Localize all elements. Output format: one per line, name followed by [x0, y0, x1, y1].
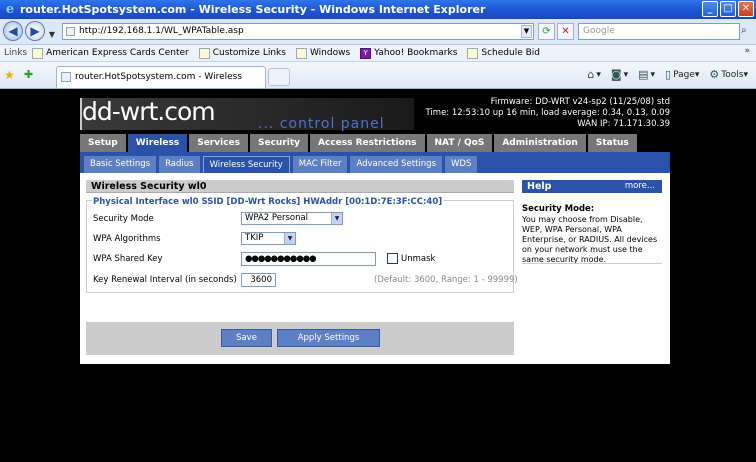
wpa-algorithms-select[interactable]: TKIP ▼ — [241, 232, 296, 245]
stop-button[interactable]: ✕ — [557, 23, 574, 40]
interface-legend: Physical Interface wl0 SSID [DD-Wrt Rock… — [92, 197, 444, 207]
minimize-button[interactable]: _ — [702, 1, 718, 17]
tab-administration[interactable]: Administration — [494, 134, 586, 152]
ie-logo-icon: e — [5, 1, 15, 17]
tab-nat-qos[interactable]: NAT / QoS — [426, 134, 493, 152]
subtab-basic-settings[interactable]: Basic Settings — [84, 156, 157, 173]
control-panel-subtitle: ... control panel — [258, 116, 385, 132]
apply-settings-button[interactable]: Apply Settings — [277, 329, 380, 347]
tab-services[interactable]: Services — [189, 134, 248, 152]
browser-tab[interactable]: router.HotSpotsystem.com - Wireless Secu… — [56, 66, 266, 102]
chevron-down-icon: ▼ — [284, 233, 295, 244]
help-divider — [522, 263, 662, 264]
page-icon — [467, 47, 479, 59]
title-bar: e router.HotSpotsystem.com - Wireless Se… — [0, 0, 756, 19]
window-controls: _ □ ✕ — [702, 1, 754, 17]
page-icon — [61, 72, 71, 82]
tab-wireless[interactable]: Wireless — [127, 134, 188, 152]
chevron-down-icon: ▼ — [331, 213, 342, 224]
url-input[interactable]: http://192.168.1.1/WL_WPATable.asp ▼ — [62, 23, 534, 40]
uptime-text: Time: 12:53:10 up 16 min, load average: … — [425, 108, 671, 118]
page-icon: ▯ — [665, 68, 672, 81]
print-icon: ▤ — [638, 68, 649, 81]
tools-menu[interactable]: ⚙ Tools ▾ — [709, 68, 748, 81]
link-american-express[interactable]: American Express Cards Center — [32, 47, 189, 59]
history-dropdown-icon[interactable]: ▼ — [47, 26, 57, 46]
links-label: Links — [4, 48, 28, 58]
renewal-label: Key Renewal Interval (in seconds) — [93, 275, 237, 285]
url-dropdown-icon[interactable]: ▼ — [521, 25, 532, 38]
page-icon — [295, 47, 307, 59]
url-text: http://192.168.1.1/WL_WPATable.asp — [79, 26, 244, 36]
save-button[interactable]: Save — [221, 329, 272, 347]
interface-fieldset: Physical Interface wl0 SSID [DD-Wrt Rock… — [86, 197, 518, 293]
unmask-checkbox[interactable] — [387, 253, 398, 264]
yahoo-icon: Y — [360, 47, 372, 59]
help-subtitle: Security Mode: — [522, 204, 595, 214]
close-button[interactable]: ✕ — [738, 1, 754, 17]
settings-panel: Wireless Security wl0 Physical Interface… — [80, 173, 670, 364]
page-icon — [32, 47, 44, 59]
sub-tabs: Basic Settings Radius Wireless Security … — [80, 152, 670, 173]
page-icon — [198, 47, 210, 59]
browser-window: e router.HotSpotsystem.com - Wireless Se… — [0, 0, 756, 462]
link-customize-links[interactable]: Customize Links — [198, 47, 286, 59]
tab-access-restrictions[interactable]: Access Restrictions — [310, 134, 425, 152]
security-mode-label: Security Mode — [93, 214, 154, 224]
subtab-radius[interactable]: Radius — [159, 156, 200, 173]
tab-setup[interactable]: Setup — [80, 134, 126, 152]
link-schedule-bid[interactable]: Schedule Bid — [467, 47, 540, 59]
refresh-button[interactable]: ⟳ — [538, 23, 555, 40]
new-tab-button[interactable] — [268, 68, 290, 86]
ddwrt-logo: dd-wrt.com — [82, 97, 216, 126]
page-menu[interactable]: ▯ Page ▾ — [665, 68, 699, 81]
tab-status[interactable]: Status — [587, 134, 637, 152]
home-icon: ⌂ — [587, 68, 595, 81]
window-title: router.HotSpotsystem.com - Wireless Secu… — [20, 3, 486, 16]
page-viewport: dd-wrt.com ... control panel Firmware: D… — [0, 89, 756, 462]
search-input[interactable]: Google — [578, 23, 740, 40]
command-bar: ⌂ ▾ ◙ ▾ ▤ ▾ ▯ Page ▾ ⚙ Tools ▾ — [587, 68, 748, 81]
forward-button[interactable]: ▶ — [25, 21, 45, 41]
address-bar: ◀ ▶ ▼ http://192.168.1.1/WL_WPATable.asp… — [0, 19, 756, 45]
rss-icon: ◙ — [610, 68, 622, 81]
gear-icon: ⚙ — [709, 68, 720, 81]
security-mode-select[interactable]: WPA2 Personal ▼ — [241, 212, 343, 225]
shared-key-input[interactable]: ●●●●●●●●●●● — [241, 252, 376, 266]
maximize-button[interactable]: □ — [720, 1, 736, 17]
page-icon — [66, 27, 75, 36]
button-bar: Save Apply Settings — [86, 322, 514, 355]
wpa-algorithms-label: WPA Algorithms — [93, 234, 161, 244]
back-button[interactable]: ◀ — [3, 21, 23, 41]
subtab-wireless-security[interactable]: Wireless Security — [202, 156, 290, 173]
firmware-text: Firmware: DD-WRT v24-sp2 (11/25/08) std — [490, 97, 670, 107]
add-favorites-icon[interactable]: ✚ — [24, 68, 33, 81]
print-button[interactable]: ▤ ▾ — [638, 68, 655, 81]
feeds-button[interactable]: ◙ ▾ — [611, 68, 628, 81]
links-bar: Links American Express Cards Center Cust… — [0, 45, 756, 62]
wan-ip-text: WAN IP: 71.171.30.39 — [577, 119, 670, 129]
search-icon[interactable]: ⌕ — [741, 23, 755, 40]
link-yahoo-bookmarks[interactable]: Y Yahoo! Bookmarks — [360, 47, 457, 59]
main-tabs: Setup Wireless Services Security Access … — [80, 134, 637, 152]
home-button[interactable]: ⌂ ▾ — [587, 68, 601, 81]
subtab-wds[interactable]: WDS — [445, 156, 478, 173]
section-title: Wireless Security wl0 — [86, 180, 514, 193]
tab-bar: ★ ✚ router.HotSpotsystem.com - Wireless … — [0, 62, 756, 102]
help-more-link[interactable]: more... — [625, 180, 655, 193]
unmask-label: Unmask — [401, 254, 436, 264]
subtab-advanced-settings[interactable]: Advanced Settings — [350, 156, 443, 173]
links-more-button[interactable]: » — [744, 46, 750, 56]
help-text: You may choose from Disable, WEP, WPA Pe… — [522, 215, 658, 264]
renewal-input[interactable]: 3600 — [241, 273, 276, 287]
link-windows[interactable]: Windows — [295, 47, 350, 59]
subtab-mac-filter[interactable]: MAC Filter — [292, 156, 348, 173]
favorites-star-icon[interactable]: ★ — [4, 68, 15, 82]
help-header: Help more... — [522, 180, 662, 193]
renewal-hint: (Default: 3600, Range: 1 - 99999) — [374, 275, 518, 285]
system-info: Firmware: DD-WRT v24-sp2 (11/25/08) std … — [426, 97, 671, 130]
shared-key-label: WPA Shared Key — [93, 254, 163, 264]
tab-security[interactable]: Security — [250, 134, 309, 152]
